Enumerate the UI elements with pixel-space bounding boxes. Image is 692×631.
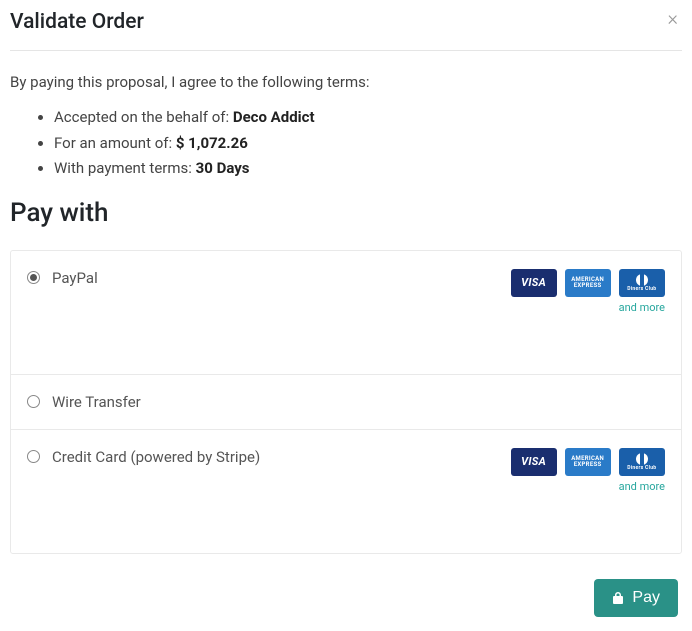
terms-list: Accepted on the behalf of: Deco Addict F…	[10, 105, 682, 182]
and-more-link[interactable]: and more	[619, 301, 665, 314]
and-more-link[interactable]: and more	[619, 480, 665, 493]
term-payment-label: With payment terms:	[54, 159, 196, 177]
payment-option-label: Wire Transfer	[52, 393, 665, 411]
payment-option[interactable]: Wire Transfer	[11, 375, 681, 430]
payment-option[interactable]: PayPal VISA AMERICANEXPRESS Diners Club …	[11, 251, 681, 375]
pay-button-label: Pay	[632, 589, 660, 607]
payment-option[interactable]: Credit Card (powered by Stripe) VISA AME…	[11, 430, 681, 553]
amex-card-icon: AMERICANEXPRESS	[565, 269, 611, 297]
payment-options: PayPal VISA AMERICANEXPRESS Diners Club …	[10, 250, 682, 554]
agree-text: By paying this proposal, I agree to the …	[10, 73, 682, 91]
visa-card-icon: VISA	[511, 448, 557, 476]
term-accepted: Accepted on the behalf of: Deco Addict	[54, 105, 682, 131]
payment-option-label: PayPal	[52, 269, 499, 287]
term-accepted-label: Accepted on the behalf of:	[54, 108, 233, 126]
term-payment: With payment terms: 30 Days	[54, 156, 682, 182]
modal-title: Validate Order	[10, 10, 682, 34]
term-amount-value: $ 1,072.26	[176, 134, 248, 152]
payment-radio[interactable]	[27, 450, 40, 463]
close-icon[interactable]: ×	[668, 6, 678, 30]
term-amount: For an amount of: $ 1,072.26	[54, 131, 682, 157]
visa-card-icon: VISA	[511, 269, 557, 297]
payment-radio[interactable]	[27, 395, 40, 408]
diners-card-icon: Diners Club	[619, 448, 665, 476]
term-amount-label: For an amount of:	[54, 134, 176, 152]
diners-card-icon: Diners Club	[619, 269, 665, 297]
term-payment-value: 30 Days	[196, 159, 250, 177]
pay-with-heading: Pay with	[10, 198, 682, 228]
amex-card-icon: AMERICANEXPRESS	[565, 448, 611, 476]
lock-icon	[612, 591, 624, 605]
term-accepted-value: Deco Addict	[233, 108, 315, 126]
payment-radio[interactable]	[27, 271, 40, 284]
pay-button[interactable]: Pay	[594, 579, 678, 617]
payment-option-label: Credit Card (powered by Stripe)	[52, 448, 499, 466]
divider	[10, 50, 682, 51]
